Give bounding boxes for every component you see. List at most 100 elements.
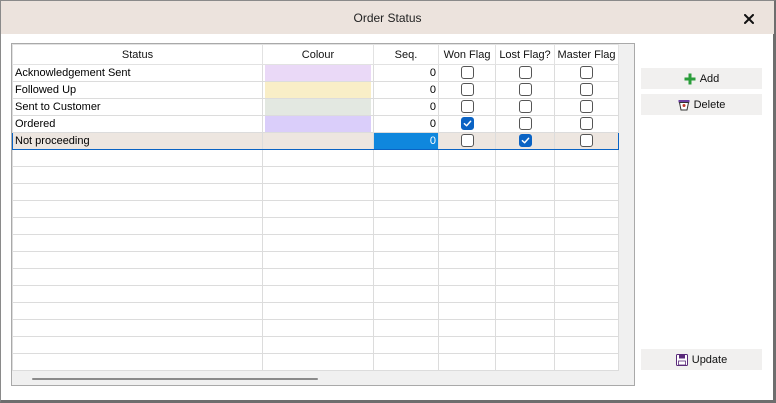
- empty-cell[interactable]: [262, 166, 374, 184]
- empty-cell[interactable]: [438, 353, 496, 371]
- status-cell[interactable]: Not proceeding: [12, 132, 263, 150]
- empty-cell[interactable]: [12, 251, 263, 269]
- empty-cell[interactable]: [373, 268, 439, 286]
- empty-cell[interactable]: [495, 200, 555, 218]
- master-flag-checkbox[interactable]: [580, 65, 593, 79]
- empty-cell[interactable]: [438, 251, 496, 269]
- lost-flag-checkbox[interactable]: [518, 116, 532, 130]
- empty-cell[interactable]: [373, 336, 439, 354]
- empty-cell[interactable]: [373, 353, 439, 371]
- close-button[interactable]: [737, 9, 761, 29]
- empty-cell[interactable]: [554, 251, 619, 269]
- empty-cell[interactable]: [262, 302, 374, 320]
- lost-flag-checkbox[interactable]: [518, 82, 532, 96]
- empty-cell[interactable]: [554, 234, 619, 252]
- column-header-master-flag[interactable]: Master Flag: [554, 44, 619, 65]
- empty-cell[interactable]: [262, 183, 374, 201]
- empty-cell[interactable]: [554, 268, 619, 286]
- status-cell[interactable]: Sent to Customer: [12, 98, 263, 116]
- vertical-scrollbar[interactable]: [619, 44, 634, 385]
- seq-cell[interactable]: 0: [373, 64, 439, 82]
- empty-cell[interactable]: [12, 319, 263, 337]
- empty-cell[interactable]: [373, 217, 439, 235]
- empty-cell[interactable]: [262, 217, 374, 235]
- empty-cell[interactable]: [554, 149, 619, 167]
- empty-cell[interactable]: [554, 217, 619, 235]
- empty-cell[interactable]: [495, 268, 555, 286]
- empty-cell[interactable]: [12, 353, 263, 371]
- empty-cell[interactable]: [373, 149, 439, 167]
- empty-cell[interactable]: [438, 149, 496, 167]
- empty-table-row[interactable]: [12, 319, 619, 337]
- empty-cell[interactable]: [262, 234, 374, 252]
- empty-cell[interactable]: [373, 166, 439, 184]
- colour-cell[interactable]: [262, 81, 374, 99]
- empty-cell[interactable]: [373, 285, 439, 303]
- won-flag-checkbox[interactable]: [460, 65, 474, 79]
- empty-cell[interactable]: [495, 183, 555, 201]
- table-row[interactable]: Ordered 0: [12, 115, 619, 133]
- empty-cell[interactable]: [438, 200, 496, 218]
- empty-cell[interactable]: [262, 353, 374, 371]
- empty-table-row[interactable]: [12, 353, 619, 371]
- empty-cell[interactable]: [554, 166, 619, 184]
- lost-flag-checkbox[interactable]: [518, 65, 532, 79]
- empty-cell[interactable]: [262, 319, 374, 337]
- colour-cell[interactable]: [262, 98, 374, 116]
- column-header-seq[interactable]: Seq.: [373, 44, 439, 65]
- empty-cell[interactable]: [438, 268, 496, 286]
- empty-cell[interactable]: [438, 166, 496, 184]
- master-flag-checkbox[interactable]: [580, 116, 593, 130]
- order-status-grid[interactable]: Status Colour Seq. Won Flag Lost Flag? M…: [11, 43, 635, 386]
- empty-table-row[interactable]: [12, 251, 619, 269]
- empty-table-row[interactable]: [12, 285, 619, 303]
- empty-cell[interactable]: [373, 183, 439, 201]
- empty-cell[interactable]: [438, 319, 496, 337]
- won-flag-checkbox[interactable]: [460, 133, 474, 147]
- empty-cell[interactable]: [12, 200, 263, 218]
- empty-cell[interactable]: [373, 234, 439, 252]
- seq-cell[interactable]: 0: [373, 132, 439, 150]
- master-flag-checkbox[interactable]: [580, 82, 593, 96]
- empty-cell[interactable]: [12, 166, 263, 184]
- empty-cell[interactable]: [373, 251, 439, 269]
- empty-cell[interactable]: [262, 336, 374, 354]
- colour-cell[interactable]: [262, 64, 374, 82]
- won-flag-checkbox[interactable]: [460, 82, 474, 96]
- empty-cell[interactable]: [554, 353, 619, 371]
- empty-cell[interactable]: [262, 268, 374, 286]
- seq-cell[interactable]: 0: [373, 98, 439, 116]
- empty-cell[interactable]: [12, 234, 263, 252]
- empty-cell[interactable]: [554, 200, 619, 218]
- seq-cell[interactable]: 0: [373, 115, 439, 133]
- empty-cell[interactable]: [554, 336, 619, 354]
- empty-cell[interactable]: [495, 302, 555, 320]
- empty-cell[interactable]: [438, 217, 496, 235]
- column-header-colour[interactable]: Colour: [262, 44, 374, 65]
- empty-cell[interactable]: [554, 285, 619, 303]
- column-header-status[interactable]: Status: [12, 44, 263, 65]
- empty-cell[interactable]: [495, 336, 555, 354]
- empty-cell[interactable]: [495, 319, 555, 337]
- empty-cell[interactable]: [495, 353, 555, 371]
- empty-table-row[interactable]: [12, 302, 619, 320]
- empty-table-row[interactable]: [12, 183, 619, 201]
- empty-cell[interactable]: [495, 234, 555, 252]
- empty-cell[interactable]: [262, 251, 374, 269]
- empty-cell[interactable]: [554, 302, 619, 320]
- colour-cell[interactable]: [262, 115, 374, 133]
- status-cell[interactable]: Ordered: [12, 115, 263, 133]
- lost-flag-checkbox[interactable]: [518, 99, 532, 113]
- empty-cell[interactable]: [554, 319, 619, 337]
- empty-cell[interactable]: [373, 319, 439, 337]
- empty-cell[interactable]: [373, 200, 439, 218]
- table-row[interactable]: Followed Up 0: [12, 81, 619, 99]
- lost-flag-checkbox[interactable]: [518, 133, 532, 147]
- horizontal-scrollbar-thumb[interactable]: [32, 378, 318, 380]
- empty-table-row[interactable]: [12, 217, 619, 235]
- table-row[interactable]: Not proceeding 0: [12, 132, 619, 150]
- table-row[interactable]: Acknowledgement Sent 0: [12, 64, 619, 82]
- empty-cell[interactable]: [438, 302, 496, 320]
- empty-cell[interactable]: [438, 336, 496, 354]
- empty-cell[interactable]: [12, 285, 263, 303]
